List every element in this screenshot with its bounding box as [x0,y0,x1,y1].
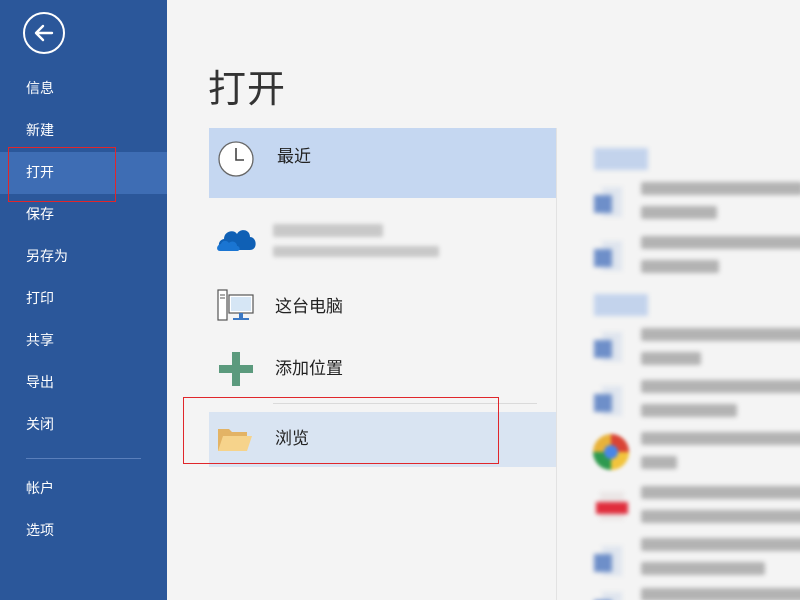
document-icon[interactable] [592,590,626,600]
location-label: 最近 [277,147,311,167]
sidebar-divider [26,458,141,459]
document-icon[interactable] [592,384,626,418]
nav-account[interactable]: 帐户 [0,468,167,510]
document-icon[interactable] [592,544,626,578]
recent-files-list [426,140,800,600]
location-label: 这台电脑 [275,297,343,317]
back-button[interactable] [23,12,65,54]
computer-icon [217,289,254,321]
back-arrow-icon [34,24,54,42]
app-icon[interactable] [591,432,631,472]
document-icon[interactable] [592,239,626,273]
nav-open[interactable]: 打开 [0,152,167,194]
location-label: 浏览 [275,429,309,449]
clock-icon [218,141,254,177]
folder-icon [218,429,252,451]
nav-info[interactable]: 信息 [0,68,167,110]
document-icon[interactable] [592,185,626,219]
nav-share[interactable]: 共享 [0,320,167,362]
page-title: 打开 [208,67,287,111]
nav-save[interactable]: 保存 [0,194,167,236]
pdf-icon[interactable] [596,492,628,520]
nav-export[interactable]: 导出 [0,362,167,404]
onedrive-cloud-icon [217,230,256,251]
nav-options[interactable]: 选项 [0,510,167,552]
nav-print[interactable]: 打印 [0,278,167,320]
nav-close[interactable]: 关闭 [0,404,167,446]
location-label: 添加位置 [275,359,343,379]
backstage-sidebar: 信息 新建 打开 保存 另存为 打印 共享 导出 关闭 帐户 选项 [0,0,167,600]
nav-save-as[interactable]: 另存为 [0,236,167,278]
plus-icon [219,352,253,386]
nav-new[interactable]: 新建 [0,110,167,152]
document-icon[interactable] [592,330,626,364]
